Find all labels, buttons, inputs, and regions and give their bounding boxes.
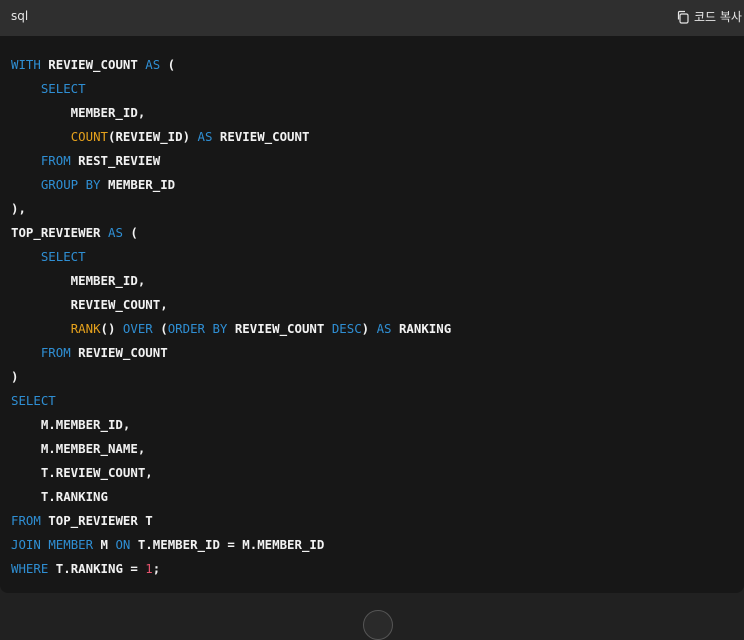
- code-line: T.RANKING: [11, 485, 451, 509]
- code-line: MEMBER_ID,: [11, 101, 451, 125]
- code-keyword: FROM: [11, 513, 41, 528]
- code-text: T.RANKING: [11, 489, 108, 504]
- code-keyword: JOIN: [11, 537, 41, 552]
- code-line: RANK() OVER (ORDER BY REVIEW_COUNT DESC)…: [11, 317, 452, 341]
- code-line: SELECT: [11, 389, 451, 413]
- code-text: T.REVIEW_COUNT,: [11, 465, 153, 480]
- copy-code-label: 코드 복사: [694, 10, 742, 24]
- code-text: REVIEW_COUNT: [212, 129, 310, 144]
- code-text: (: [122, 225, 138, 240]
- code-keyword: FROM: [40, 153, 71, 168]
- code-text: ): [361, 321, 377, 336]
- code-text: TOP_REVIEWER: [11, 225, 108, 240]
- code-line: GROUP BY MEMBER_ID: [11, 173, 451, 197]
- code-keyword: AS: [197, 129, 213, 144]
- code-line: M.MEMBER_NAME,: [11, 437, 451, 461]
- code-keyword: DESC: [331, 321, 362, 336]
- code-text: M: [93, 537, 116, 552]
- code-line: TOP_REVIEWER AS (: [11, 221, 451, 245]
- code-text: M.MEMBER_ID,: [11, 417, 131, 432]
- code-content: WITH REVIEW_COUNT AS ( SELECT MEMBER_ID,…: [11, 53, 451, 581]
- code-text: REVIEW_COUNT: [227, 321, 332, 336]
- code-text: (): [100, 321, 123, 336]
- code-text: MEMBER_ID,: [11, 273, 146, 288]
- code-function: RANK: [70, 321, 101, 336]
- code-line: SELECT: [11, 77, 451, 101]
- code-text: REVIEW_COUNT: [40, 57, 146, 72]
- code-line: MEMBER_ID,: [11, 269, 451, 293]
- code-keyword: AS: [376, 321, 392, 336]
- code-text: ),: [11, 201, 26, 216]
- code-text: TOP_REVIEWER T: [40, 513, 153, 528]
- code-keyword: AS: [145, 57, 161, 72]
- code-keyword: FROM: [40, 345, 71, 360]
- code-line: T.REVIEW_COUNT,: [11, 461, 451, 485]
- code-line: REVIEW_COUNT,: [11, 293, 451, 317]
- code-keyword: WITH: [11, 57, 41, 72]
- copy-icon: [677, 10, 689, 24]
- code-line: FROM REVIEW_COUNT: [11, 341, 451, 365]
- code-block-header: sql 코드 복사: [0, 0, 744, 36]
- chat-bottom-area: [0, 593, 744, 640]
- code-text: REVIEW_COUNT,: [11, 297, 168, 312]
- code-keyword: MEMBER: [48, 537, 94, 552]
- code-keyword: SELECT: [40, 249, 86, 264]
- code-keyword: ORDER BY: [167, 321, 228, 336]
- code-keyword: GROUP BY: [40, 177, 101, 192]
- code-line: ),: [11, 197, 451, 221]
- code-text: (REVIEW_ID): [108, 129, 198, 144]
- code-text: ): [11, 369, 19, 384]
- code-line: ): [11, 365, 451, 389]
- code-keyword: SELECT: [40, 81, 86, 96]
- code-text: REST_REVIEW: [70, 153, 161, 168]
- code-line: M.MEMBER_ID,: [11, 413, 451, 437]
- code-text: T.MEMBER_ID = M.MEMBER_ID: [130, 537, 325, 552]
- scroll-down-button[interactable]: [363, 610, 393, 640]
- code-block: sql 코드 복사 WITH REVIEW_COUNT AS ( SELECT …: [0, 0, 744, 593]
- code-text: ;: [152, 561, 161, 576]
- code-line: JOIN MEMBER M ON T.MEMBER_ID = M.MEMBER_…: [11, 533, 451, 557]
- code-text: T.RANKING =: [48, 561, 146, 576]
- copy-code-button[interactable]: 코드 복사: [676, 8, 742, 25]
- code-text: MEMBER_ID,: [11, 105, 146, 120]
- code-number: 1: [145, 561, 153, 576]
- code-text: (: [152, 321, 168, 336]
- code-text: MEMBER_ID: [100, 177, 176, 192]
- code-text: M.MEMBER_NAME,: [11, 441, 146, 456]
- code-line: SELECT: [11, 245, 451, 269]
- code-line: WHERE T.RANKING = 1;: [11, 557, 451, 581]
- code-keyword: ON: [115, 537, 131, 552]
- code-keyword: SELECT: [11, 393, 56, 408]
- code-keyword: OVER: [122, 321, 153, 336]
- code-text: RANKING: [391, 321, 452, 336]
- code-line: FROM REST_REVIEW: [11, 149, 451, 173]
- code-line: WITH REVIEW_COUNT AS (: [11, 53, 451, 77]
- code-line: FROM TOP_REVIEWER T: [11, 509, 451, 533]
- code-language-label: sql: [11, 9, 29, 23]
- code-text: REVIEW_COUNT: [70, 345, 168, 360]
- code-line: COUNT(REVIEW_ID) AS REVIEW_COUNT: [11, 125, 451, 149]
- code-keyword: AS: [107, 225, 123, 240]
- code-text: (: [160, 57, 176, 72]
- code-function: COUNT: [70, 129, 108, 144]
- code-keyword: WHERE: [11, 561, 49, 576]
